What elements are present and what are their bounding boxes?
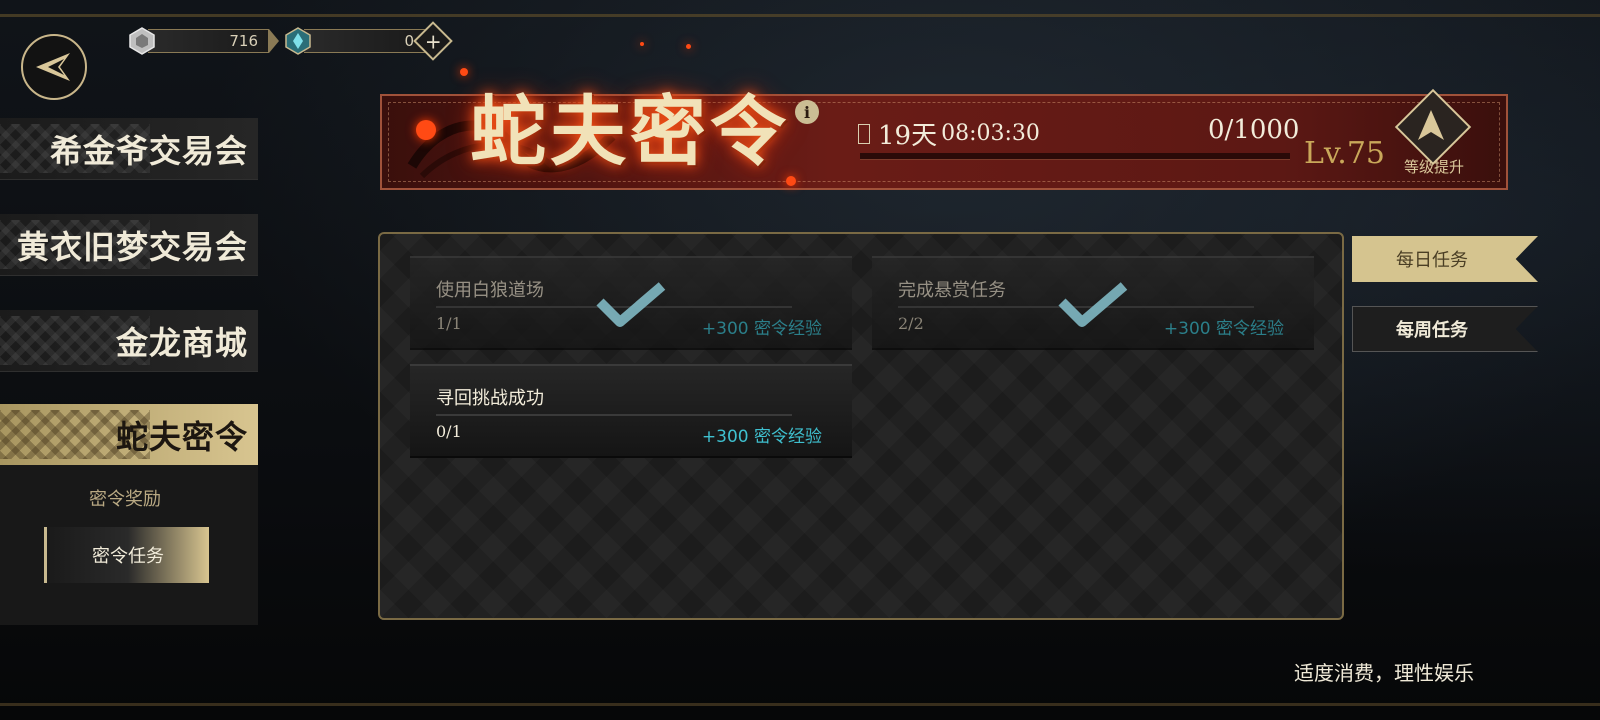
task-card: 完成悬赏任务 2/2 +300 密令经验 xyxy=(872,256,1314,350)
exp-progress-bar xyxy=(860,153,1290,160)
ember-effect xyxy=(416,120,436,140)
level-up-button[interactable] xyxy=(1394,88,1472,166)
silver-amount: 716 xyxy=(148,29,269,53)
ember-effect xyxy=(460,68,468,76)
gem-amount: 0 xyxy=(304,29,425,53)
task-card: 使用白狼道场 1/1 +300 密令经验 xyxy=(410,256,852,350)
hourglass-icon xyxy=(858,123,870,144)
menu-item-label: 金龙商城 xyxy=(115,323,248,362)
ember-effect xyxy=(686,44,691,49)
level-up-arrow-icon xyxy=(1418,110,1444,140)
plus-icon: + xyxy=(424,28,442,53)
task-reward: +300 密令经验 xyxy=(1163,319,1284,339)
check-icon xyxy=(1058,282,1128,327)
task-name: 完成悬赏任务 xyxy=(898,280,1006,301)
task-card[interactable]: 寻回挑战成功 0/1 +300 密令经验 xyxy=(410,364,852,458)
timer-days: 19天 xyxy=(878,121,938,151)
menu-item-label: 希金爷交易会 xyxy=(49,131,248,170)
silver-coin-icon xyxy=(128,27,156,55)
silver-bar-arrow xyxy=(269,29,279,53)
menu-item-label: 蛇夫密令 xyxy=(115,417,248,456)
task-count: 1/1 xyxy=(436,314,462,333)
task-reward: +300 密令经验 xyxy=(701,319,822,339)
menu-item-ophiuchus-order[interactable]: 蛇夫密令 xyxy=(0,404,258,466)
info-icon[interactable]: i xyxy=(795,100,819,124)
task-count: 2/2 xyxy=(898,314,924,333)
crystal-gem-icon xyxy=(284,27,312,55)
exp-progress-text: 0/1000 xyxy=(1208,115,1300,145)
level-up-label: 等级提升 xyxy=(1403,158,1464,176)
submenu-item-tasks[interactable]: 密令任务 xyxy=(44,527,209,583)
back-button[interactable] xyxy=(21,34,87,100)
check-icon xyxy=(596,282,666,327)
bottom-divider xyxy=(0,703,1600,706)
ember-effect xyxy=(640,42,644,46)
task-reward: +300 密令经验 xyxy=(701,427,822,447)
menu-item-golden-dragon-store[interactable]: 金龙商城 xyxy=(0,310,258,372)
pass-level: Lv.75 xyxy=(1304,136,1386,171)
task-divider xyxy=(436,414,792,416)
menu-item-label: 黄衣旧梦交易会 xyxy=(16,227,248,266)
add-currency-button[interactable]: + xyxy=(413,21,453,61)
top-divider xyxy=(0,14,1600,17)
pass-title: 蛇夫密令 xyxy=(470,87,790,176)
menu-item-huangyi-exchange[interactable]: 黄衣旧梦交易会 xyxy=(0,214,258,276)
timer-clock: 08:03:30 xyxy=(941,121,1040,146)
tab-daily-tasks[interactable]: 每日任务 xyxy=(1352,236,1538,282)
task-name: 寻回挑战成功 xyxy=(436,388,544,409)
tab-weekly-tasks[interactable]: 每周任务 xyxy=(1352,306,1538,352)
task-name: 使用白狼道场 xyxy=(436,280,544,301)
silver-currency: 716 xyxy=(128,26,279,56)
submenu-item-rewards[interactable]: 密令奖励 xyxy=(44,470,206,526)
season-timer: 19天 08:03:30 xyxy=(858,115,1040,152)
consumption-notice: 适度消费，理性娱乐 xyxy=(1294,661,1474,685)
back-arrow-icon xyxy=(36,53,70,81)
menu-item-xijinye-exchange[interactable]: 希金爷交易会 xyxy=(0,118,258,180)
gem-currency: 0 + xyxy=(284,21,453,61)
task-count: 0/1 xyxy=(436,422,462,441)
